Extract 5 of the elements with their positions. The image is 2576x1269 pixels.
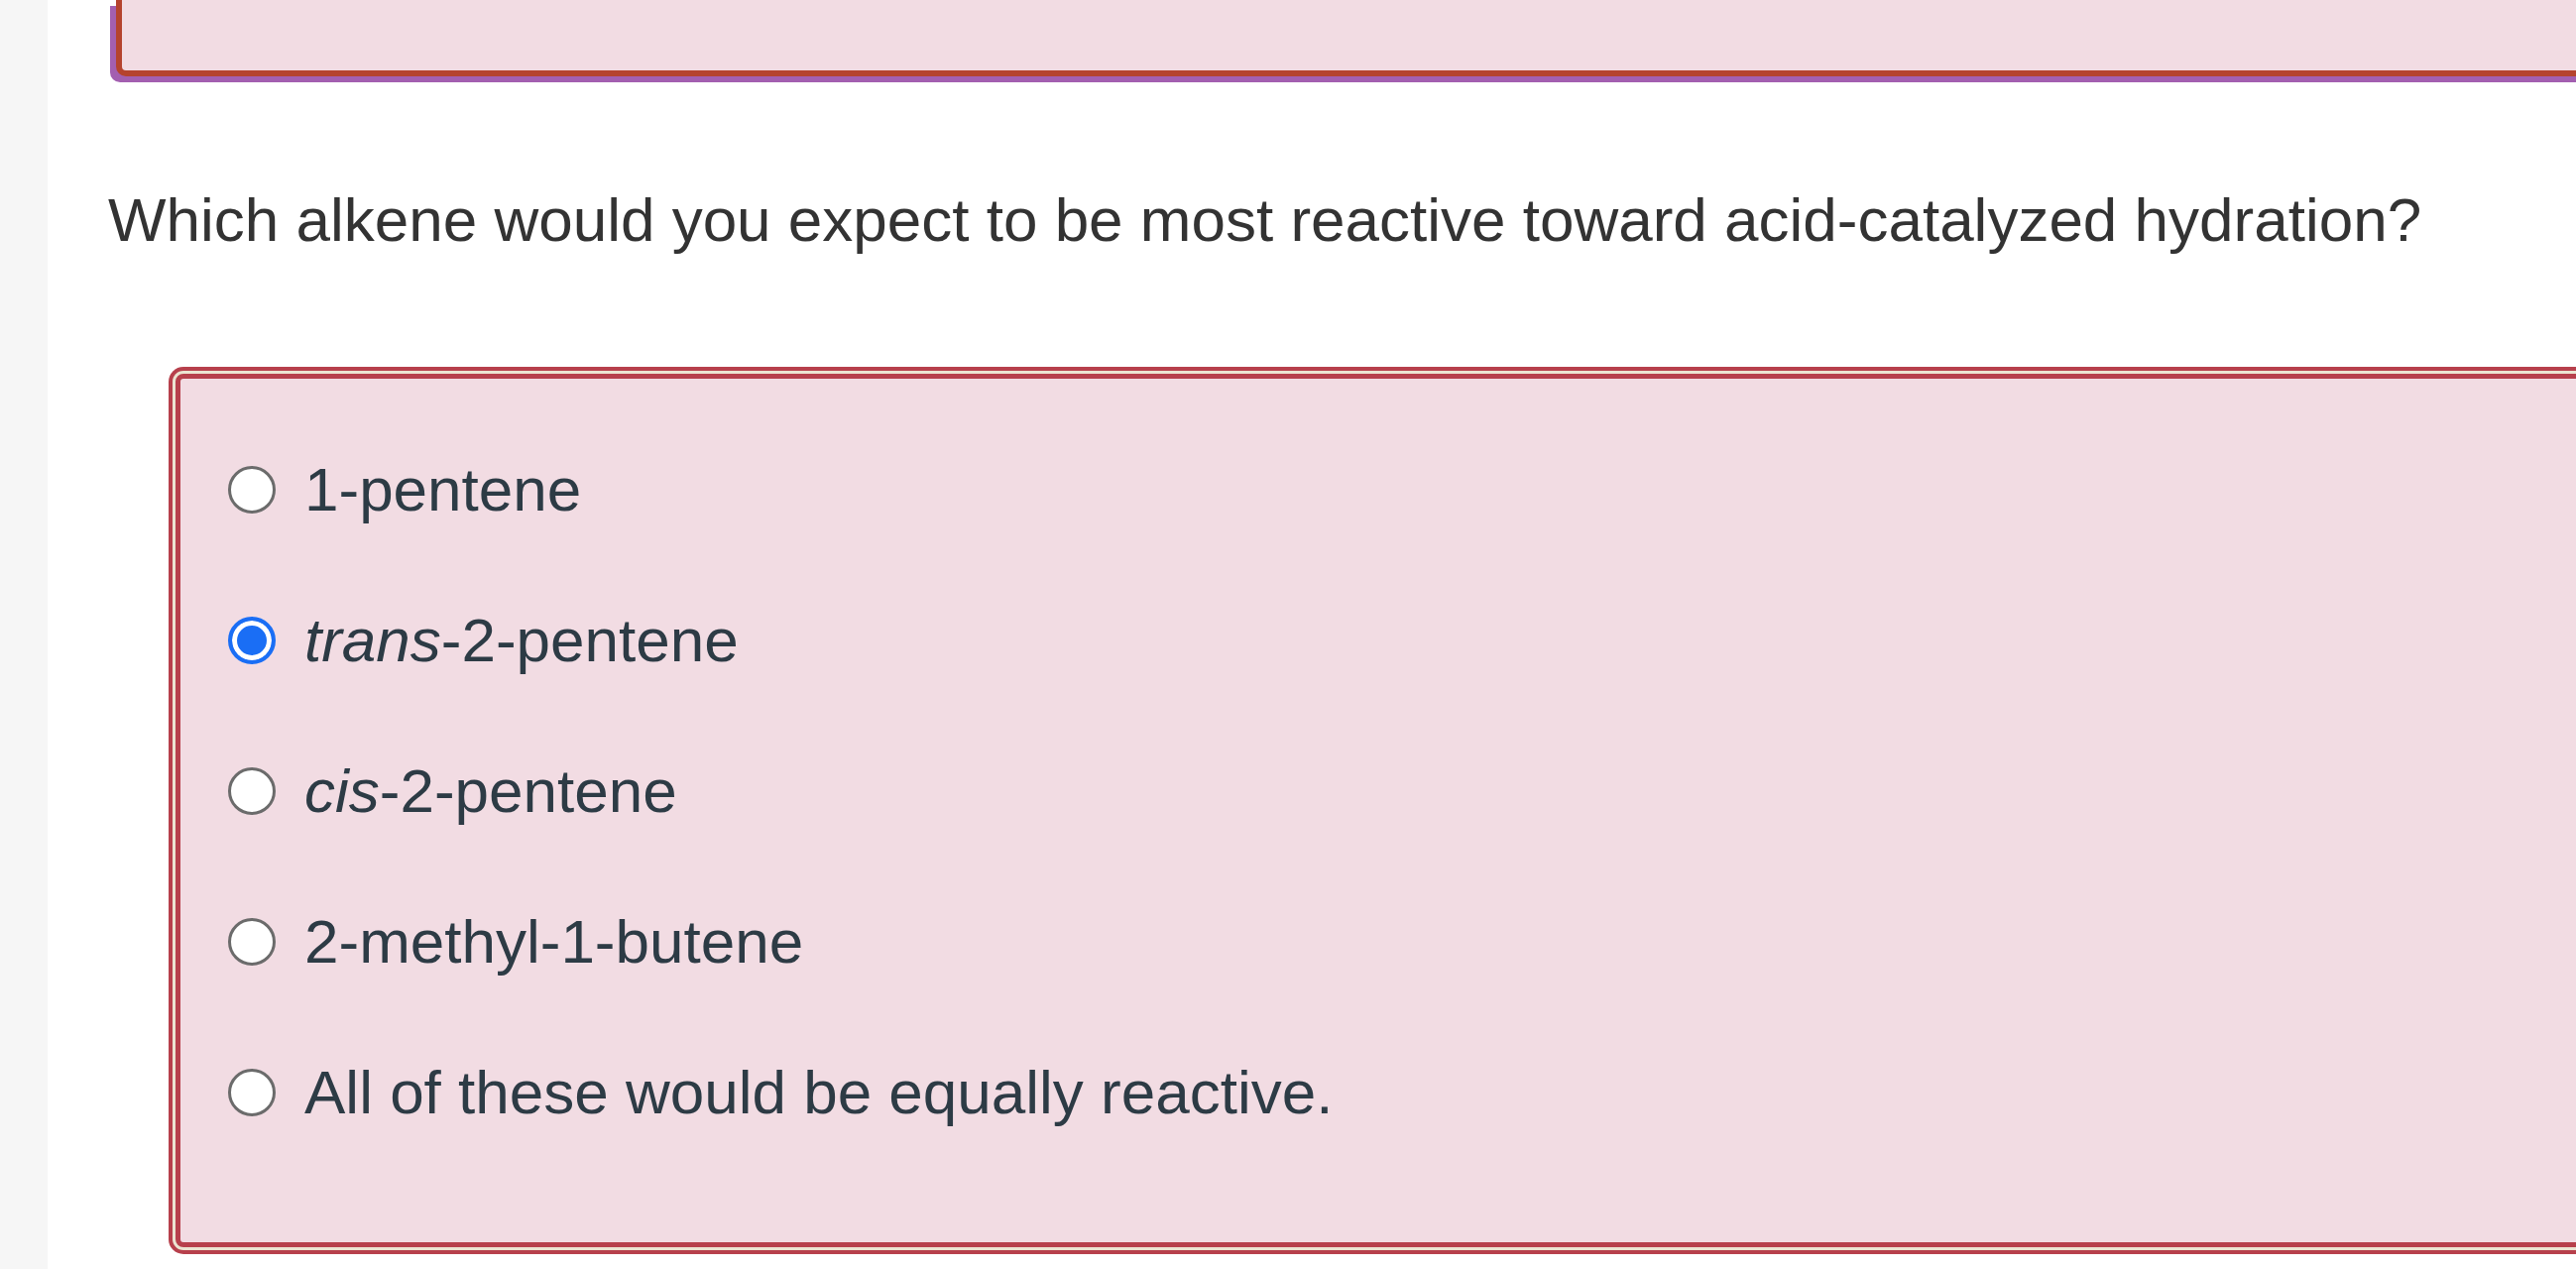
radio-button[interactable]: [228, 767, 276, 815]
radio-button[interactable]: [228, 918, 276, 966]
radio-button[interactable]: [228, 466, 276, 514]
radio-button[interactable]: [228, 1069, 276, 1116]
radio-button[interactable]: [228, 617, 276, 664]
